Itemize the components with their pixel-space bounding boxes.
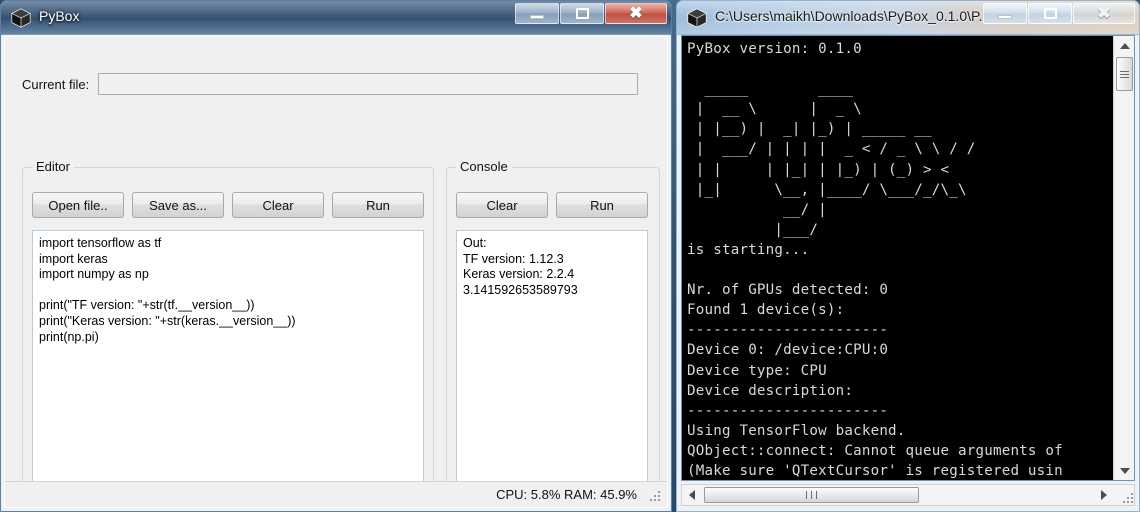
terminal-titlebar[interactable]: C:\Users\maikh\Downloads\PyBox_0.1.0\P..… (677, 1, 1139, 35)
minimize-icon (998, 14, 1012, 19)
scroll-up-button[interactable] (1114, 36, 1134, 55)
chevron-down-icon (1119, 467, 1130, 474)
resize-grip-icon[interactable] (648, 489, 662, 503)
minimize-button[interactable] (515, 3, 559, 24)
close-button[interactable]: ✖ (1073, 3, 1135, 24)
chevron-left-icon (689, 490, 695, 500)
close-icon: ✖ (629, 4, 643, 22)
current-file-input[interactable] (98, 73, 639, 95)
minimize-button[interactable] (983, 3, 1027, 24)
clear-console-button[interactable]: Clear (456, 192, 548, 218)
terminal-title-text: C:\Users\maikh\Downloads\PyBox_0.1.0\P..… (715, 8, 991, 24)
horizontal-scrollbar[interactable] (681, 484, 1135, 506)
terminal-window-controls: ✖ (982, 3, 1135, 25)
close-button[interactable]: ✖ (605, 3, 667, 24)
run-editor-button[interactable]: Run (332, 192, 424, 218)
vertical-scrollbar[interactable] (1113, 36, 1134, 480)
editor-group-title: Editor (32, 159, 74, 174)
terminal-window: C:\Users\maikh\Downloads\PyBox_0.1.0\P..… (676, 0, 1140, 512)
grip-icon (804, 491, 819, 499)
console-group-title: Console (456, 159, 512, 174)
scroll-left-button[interactable] (682, 485, 702, 505)
console-output-area[interactable]: Out: TF version: 1.12.3 Keras version: 2… (456, 230, 648, 494)
maximize-button[interactable] (1028, 3, 1072, 24)
clear-editor-button[interactable]: Clear (232, 192, 324, 218)
statusbar: CPU: 5.8% RAM: 45.9% (5, 481, 667, 507)
pybox-titlebar[interactable]: PyBox ✖ (1, 1, 671, 35)
minimize-icon (530, 14, 544, 19)
scroll-down-button[interactable] (1114, 461, 1134, 480)
status-text: CPU: 5.8% RAM: 45.9% (496, 487, 637, 502)
maximize-icon (575, 8, 589, 19)
scroll-right-button[interactable] (1094, 485, 1114, 505)
terminal-console-text: PyBox version: 0.1.0 _____ ____ | __ \ |… (687, 41, 1063, 479)
horizontal-scrollbar-thumb[interactable] (704, 487, 919, 503)
pybox-window: PyBox ✖ Current file: Editor Open file..… (0, 0, 672, 512)
save-as-button[interactable]: Save as... (132, 192, 224, 218)
pybox-client-area: Current file: Editor Open file.. Save as… (4, 36, 668, 508)
cube-icon (687, 8, 707, 28)
close-icon: ✖ (1097, 4, 1111, 22)
current-file-label: Current file: (22, 76, 90, 92)
resize-grip-icon[interactable] (1121, 491, 1135, 505)
chevron-right-icon (1101, 490, 1107, 500)
current-file-row: Current file: (22, 73, 639, 95)
maximize-button[interactable] (560, 3, 604, 24)
run-console-button[interactable]: Run (556, 192, 648, 218)
editor-code-area[interactable]: import tensorflow as tf import keras imp… (32, 230, 424, 494)
terminal-console-area[interactable]: PyBox version: 0.1.0 _____ ____ | __ \ |… (681, 35, 1135, 481)
vertical-scrollbar-thumb[interactable] (1116, 57, 1133, 91)
maximize-icon (1043, 8, 1057, 19)
cube-icon (11, 8, 31, 28)
open-file-button[interactable]: Open file.. (32, 192, 124, 218)
chevron-up-icon (1119, 42, 1130, 49)
pybox-title-text: PyBox (39, 8, 80, 24)
grip-icon (1120, 69, 1129, 80)
pybox-window-controls: ✖ (514, 3, 667, 25)
